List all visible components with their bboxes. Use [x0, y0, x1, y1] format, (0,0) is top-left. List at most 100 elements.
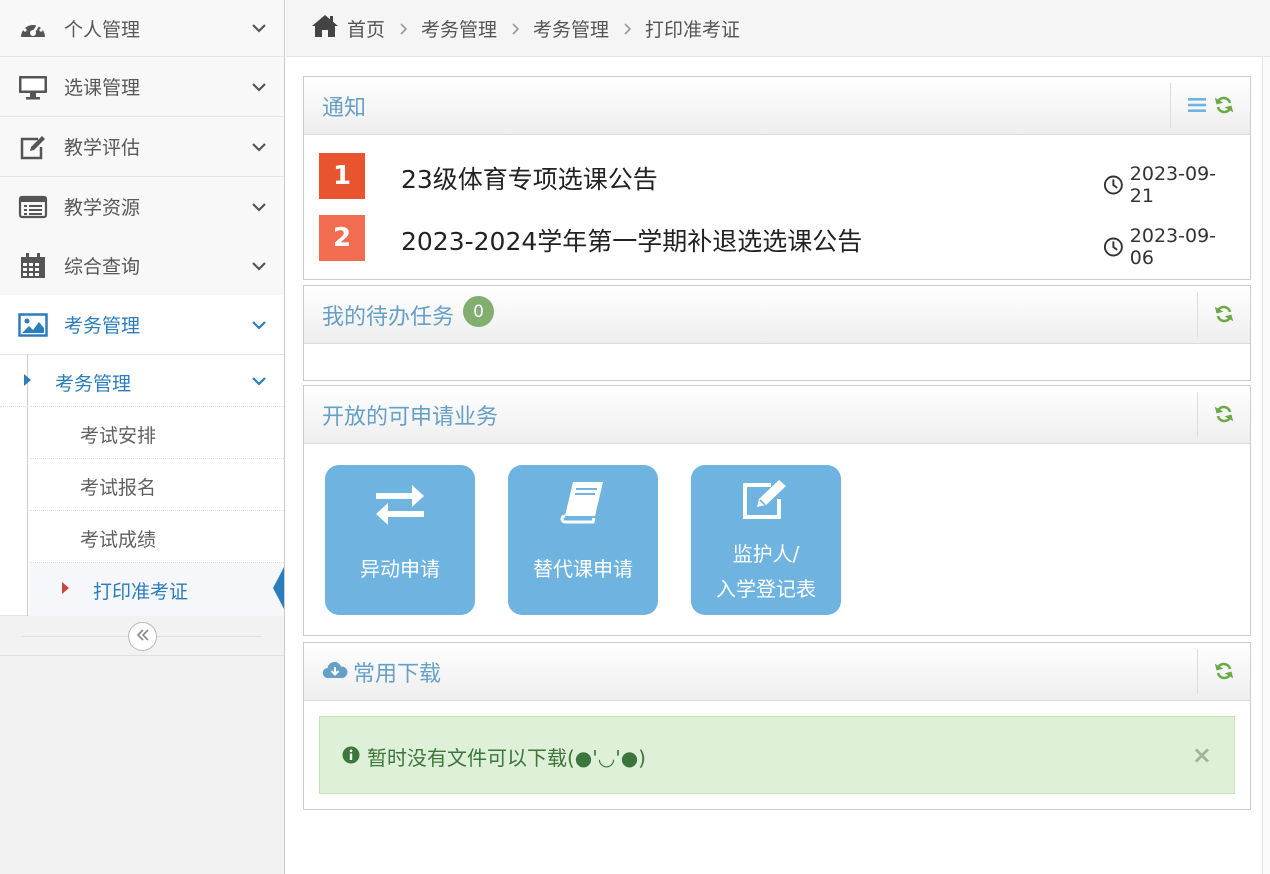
widget-toolbar: [1197, 649, 1250, 694]
sidebar-item-label: 个人管理: [64, 18, 141, 41]
submenu-item-exam-schedule[interactable]: 考试安排: [29, 407, 284, 459]
sidebar-item-label: 教学评估: [64, 137, 141, 159]
edit-icon: [18, 132, 48, 162]
clock-icon: [1103, 175, 1123, 195]
active-pointer: [273, 567, 284, 609]
rank-badge: 2: [319, 215, 365, 261]
submenu-parent-exam-affairs[interactable]: 考务管理: [0, 355, 284, 407]
apply-widget: 开放的可申请业务 异动申请 替代课申请 监护人/ 入学登记表: [303, 385, 1251, 636]
info-circle-icon: [342, 746, 360, 768]
chevron-down-icon: [250, 19, 268, 37]
notice-item[interactable]: 2 2023-2024学年第一学期补退选选课公告 2023-09-06: [319, 215, 1234, 269]
breadcrumb: 首页 考务管理 考务管理 打印准考证: [286, 0, 1270, 57]
widget-header: 通知: [304, 77, 1250, 135]
tasks-title: 我的待办任务: [322, 305, 455, 330]
submenu-item-label: 考试报名: [80, 477, 157, 499]
notice-widget: 通知 1 23级体育专项选课公告 2023-09-21 2 2023-2024学…: [303, 76, 1251, 280]
notice-item-title[interactable]: 23级体育专项选课公告: [401, 160, 658, 196]
widget-header: 常用下载: [304, 643, 1250, 701]
double-chevron-left-icon: [136, 627, 150, 646]
sidebar-collapse-bar: [0, 617, 284, 656]
picture-icon: [18, 310, 48, 340]
submenu-item-exam-scores[interactable]: 考试成绩: [29, 511, 284, 563]
chevron-down-icon: [250, 198, 268, 216]
refresh-icon[interactable]: [1214, 95, 1234, 115]
notice-item-title[interactable]: 2023-2024学年第一学期补退选选课公告: [401, 222, 862, 258]
submenu-item-label: 考试安排: [80, 425, 157, 447]
transfer-application-button[interactable]: 异动申请: [325, 465, 475, 615]
desktop-icon: [18, 72, 48, 102]
chevron-down-icon: [250, 138, 268, 156]
clock-icon: [1103, 237, 1123, 257]
sidebar-item-label: 综合查询: [64, 256, 141, 278]
guardian-registration-button[interactable]: 监护人/ 入学登记表: [691, 465, 841, 615]
submenu-item-print-admission-ticket[interactable]: 打印准考证: [29, 563, 284, 616]
sidebar-item-label: 教学资源: [64, 197, 141, 219]
task-count-badge: 0: [463, 296, 494, 327]
sidebar-item-course-selection[interactable]: 选课管理: [0, 57, 284, 117]
book-icon: [559, 480, 607, 528]
calendar-icon: [18, 251, 48, 281]
exchange-icon: [374, 485, 426, 529]
sidebar-item-evaluation[interactable]: 教学评估: [0, 117, 284, 177]
caret-right-icon: [24, 374, 31, 386]
downloads-title: 常用下载: [353, 662, 442, 687]
scrollbar[interactable]: [1262, 57, 1270, 874]
app-button-label: 入学登记表: [716, 577, 816, 601]
sidebar-collapse-button[interactable]: [128, 622, 157, 651]
app-button-label: 替代课申请: [533, 557, 633, 581]
submenu-exam-affairs: 考务管理 考试安排 考试报名 考试成绩 打印准考证: [0, 355, 284, 616]
sidebar: 个人管理 选课管理 教学评估 教学资源 综合查询 考务管理 考务管理 考试安排 …: [0, 0, 285, 874]
breadcrumb-link[interactable]: 考务管理: [421, 15, 497, 42]
chevron-down-icon: [250, 257, 268, 275]
chevron-right-icon: [399, 21, 409, 35]
caret-right-icon: [62, 582, 69, 594]
sidebar-item-label: 考务管理: [64, 315, 141, 337]
submenu-item-exam-registration[interactable]: 考试报名: [29, 459, 284, 511]
breadcrumb-current: 打印准考证: [645, 19, 741, 41]
tasks-widget: 我的待办任务 0: [303, 285, 1251, 381]
notice-item[interactable]: 1 23级体育专项选课公告 2023-09-21: [319, 153, 1234, 207]
widget-toolbar: [1170, 83, 1250, 128]
menu-icon[interactable]: [1187, 95, 1207, 115]
sidebar-item-label: 选课管理: [64, 77, 141, 99]
notice-date: 2023-09-21: [1103, 163, 1234, 207]
dashboard-icon: [18, 13, 48, 43]
empty-downloads-message: 暂时没有文件可以下载(●'◡'●): [367, 746, 646, 770]
chevron-right-icon: [511, 21, 521, 35]
widget-toolbar: [1197, 292, 1250, 337]
widget-header: 开放的可申请业务: [304, 386, 1250, 444]
cloud-download-icon: [322, 660, 348, 684]
submenu-item-label: 考试成绩: [80, 529, 157, 551]
widget-toolbar: [1197, 392, 1250, 437]
app-button-label: 监护人/: [732, 542, 800, 566]
rank-badge: 1: [319, 153, 365, 199]
list-icon: [18, 192, 48, 222]
refresh-icon[interactable]: [1214, 404, 1234, 424]
home-icon: [311, 14, 339, 42]
widget-header: 我的待办任务 0: [304, 286, 1250, 344]
empty-downloads-alert: 暂时没有文件可以下载(●'◡'●) ×: [319, 716, 1235, 794]
notice-title: 通知: [322, 96, 367, 121]
downloads-widget: 常用下载 暂时没有文件可以下载(●'◡'●) ×: [303, 642, 1251, 810]
close-icon[interactable]: ×: [1192, 741, 1212, 769]
chevron-down-icon: [250, 78, 268, 96]
breadcrumb-link[interactable]: 考务管理: [533, 15, 609, 42]
substitute-course-button[interactable]: 替代课申请: [508, 465, 658, 615]
chevron-down-icon: [250, 372, 268, 390]
submenu-parent-label: 考务管理: [55, 373, 132, 395]
refresh-icon[interactable]: [1214, 304, 1234, 324]
chevron-right-icon: [623, 21, 633, 35]
sidebar-item-exam-affairs[interactable]: 考务管理: [0, 295, 284, 355]
refresh-icon[interactable]: [1214, 661, 1234, 681]
sidebar-item-query[interactable]: 综合查询: [0, 236, 284, 296]
breadcrumb-home-link[interactable]: 首页: [347, 15, 385, 42]
app-button-label: 异动申请: [360, 557, 440, 581]
notice-date-text: 2023-09-21: [1129, 163, 1217, 207]
submenu-item-label: 打印准考证: [93, 581, 189, 603]
notice-date-text: 2023-09-06: [1129, 225, 1217, 269]
sidebar-item-resources[interactable]: 教学资源: [0, 177, 284, 237]
sidebar-item-personal[interactable]: 个人管理: [0, 0, 284, 57]
apply-title: 开放的可申请业务: [322, 405, 499, 430]
notice-date: 2023-09-06: [1103, 225, 1234, 269]
